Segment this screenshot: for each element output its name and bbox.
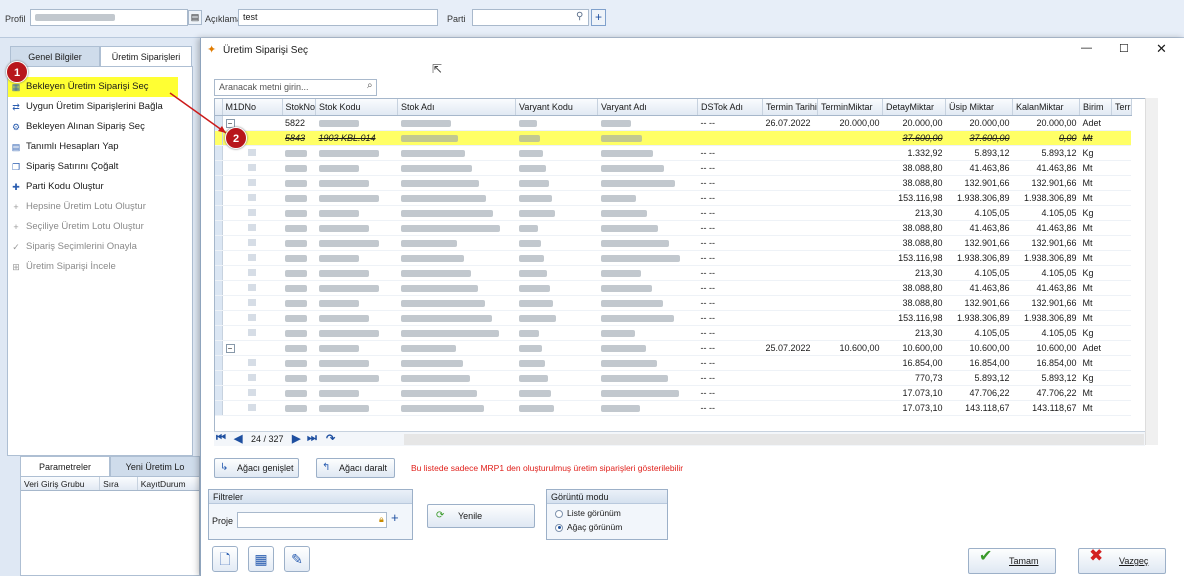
step-badge-2: 2 [225,127,247,149]
annotation-arrow [169,92,227,134]
mouse-cursor-icon: ⇱ [432,62,443,76]
